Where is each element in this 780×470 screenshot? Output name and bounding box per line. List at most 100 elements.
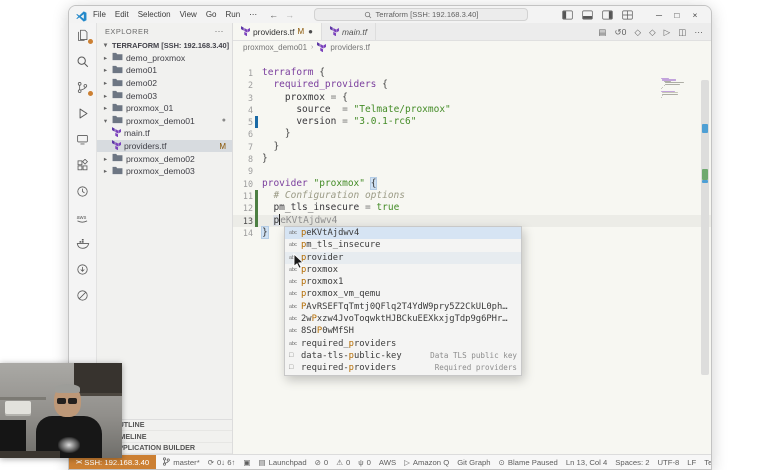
maximize-button[interactable]: □: [668, 10, 686, 20]
prev-change-icon[interactable]: ◇: [634, 27, 641, 38]
tree-item-proxmox_demo02[interactable]: ▸ proxmox_demo02: [97, 152, 232, 165]
tree-item-demo02[interactable]: ▸ demo02: [97, 77, 232, 90]
activitybar-docker-icon[interactable]: [75, 236, 91, 251]
suggest-item-provider[interactable]: abc provider: [285, 251, 521, 264]
breadcrumb-item[interactable]: proxmox_demo01: [243, 43, 307, 52]
status-spaces-2[interactable]: Spaces: 2: [611, 455, 653, 469]
tree-item-label: proxmox_01: [126, 103, 174, 114]
close-button[interactable]: ×: [686, 10, 704, 20]
status-lf[interactable]: LF: [683, 455, 700, 469]
activitybar-blocked-circle-icon[interactable]: [75, 288, 91, 303]
status-launchpad[interactable]: ▤ Launchpad: [254, 455, 310, 469]
editor-scrollbar[interactable]: [701, 80, 709, 375]
suggest-item-proxmox[interactable]: abc proxmox: [285, 264, 521, 276]
suggest-item-pm_tls_insecure[interactable]: abc pm_tls_insecure: [285, 239, 521, 251]
suggest-item-peKVtAjdwv4[interactable]: abc peKVtAjdwv4: [285, 227, 521, 240]
code-line-3[interactable]: 3 proxmox = {: [233, 92, 711, 104]
status-amazon-q[interactable]: ▷ Amazon Q: [400, 455, 453, 469]
toggle-secondary-sidebar-icon[interactable]: [602, 10, 613, 20]
split-editor-icon[interactable]: ◫: [678, 27, 686, 38]
open-changes-icon[interactable]: ▤: [598, 27, 606, 38]
activitybar-run-debug-icon[interactable]: [75, 106, 91, 121]
status-0-6-[interactable]: ⟳ 0↓ 6↑: [204, 455, 240, 469]
suggest-item-proxmox_vm_qemu[interactable]: abc proxmox_vm_qemu: [285, 288, 521, 300]
command-center-search[interactable]: Terraform [SSH: 192.168.3.40]: [314, 8, 528, 21]
status-ln-13-col-4[interactable]: Ln 13, Col 4: [562, 455, 611, 469]
toggle-sidebar-icon[interactable]: [562, 10, 573, 20]
svg-text:aws: aws: [77, 214, 87, 220]
more-actions-icon[interactable]: ⋯: [694, 27, 703, 38]
code-line-2[interactable]: 2 required_providers {: [233, 79, 711, 91]
menu-selection[interactable]: Selection: [138, 10, 171, 19]
code-line-10[interactable]: 10 provider "proxmox" {: [233, 177, 711, 190]
activitybar-search-icon[interactable]: [75, 54, 91, 69]
status-utf-8[interactable]: UTF-8: [654, 455, 684, 469]
menu-view[interactable]: View: [180, 10, 197, 19]
back-arrow-icon[interactable]: ←: [269, 10, 278, 20]
undo-count-icon[interactable]: ↺0: [614, 27, 626, 38]
token: version: [296, 116, 337, 128]
status-0[interactable]: ⊘ 0: [311, 455, 333, 469]
suggest-item-2wPxzw4JvoToqwktHJBC[interactable]: abc 2wPxzw4JvoToqwktHJBCkuEEXkxjgTdp9g6PH…: [285, 313, 521, 325]
menu-file[interactable]: File: [93, 10, 106, 19]
run-file-icon[interactable]: ▷: [664, 27, 671, 38]
activitybar-source-control-icon[interactable]: [75, 80, 94, 97]
status-blame-paused[interactable]: ⊙ Blame Paused: [495, 455, 562, 469]
tree-item-demo03[interactable]: ▸ demo03: [97, 89, 232, 102]
explorer-more-actions-icon[interactable]: ⋯: [215, 26, 225, 37]
tab-providers.tf[interactable]: providers.tf M ●: [233, 23, 322, 40]
suggest-item-proxmox1[interactable]: abc proxmox1: [285, 276, 521, 288]
menu-more-icon[interactable]: ⋯: [249, 10, 257, 19]
status-box[interactable]: ▣: [239, 455, 254, 469]
next-change-icon[interactable]: ◇: [649, 27, 656, 38]
activitybar-circle-arrow-icon[interactable]: [75, 262, 91, 277]
code-line-9[interactable]: 9: [233, 165, 711, 177]
activitybar-clock-icon[interactable]: [75, 184, 91, 199]
status-0[interactable]: ψ0: [354, 455, 375, 469]
status-aws[interactable]: AWS: [375, 455, 400, 469]
minimize-button[interactable]: ─: [650, 10, 668, 20]
minimap[interactable]: [661, 78, 695, 98]
activitybar-remote-explorer-icon[interactable]: [75, 132, 91, 147]
dirty-indicator-icon[interactable]: ●: [308, 27, 313, 36]
status-terraform[interactable]: Terraform: [700, 455, 711, 469]
activitybar-aws-icon[interactable]: aws: [75, 210, 91, 225]
status-git-graph[interactable]: Git Graph: [453, 455, 494, 469]
toggle-panel-icon[interactable]: [582, 10, 593, 20]
menu-edit[interactable]: Edit: [115, 10, 129, 19]
code-line-7[interactable]: 7 }: [233, 141, 711, 153]
activitybar-extensions-icon[interactable]: [75, 158, 91, 173]
code-line-4[interactable]: 4 source = "Telmate/proxmox": [233, 104, 711, 116]
suggest-item-data-tls-public-key[interactable]: □ data-tls-public-key Data TLS public key: [285, 350, 521, 362]
suggest-prefix: data-tls-: [301, 350, 349, 361]
tab-main.tf[interactable]: main.tf: [322, 23, 377, 40]
code-line-13[interactable]: 13 peKVtAjdwv4: [233, 214, 711, 227]
tree-item-proxmox_demo01[interactable]: ▾ proxmox_demo01 ●: [97, 115, 232, 128]
menu-run[interactable]: Run: [225, 10, 240, 19]
tree-item-proxmox_01[interactable]: ▸ proxmox_01: [97, 102, 232, 115]
tree-item-demo01[interactable]: ▸ demo01: [97, 64, 232, 77]
code-line-8[interactable]: 8}: [233, 153, 711, 165]
suggest-item-required_providers[interactable]: abc required_providers: [285, 338, 521, 350]
code-line-11[interactable]: 11 # Configuration options: [233, 189, 711, 203]
tree-item-providers.tf[interactable]: providers.tf M: [97, 139, 232, 153]
menu-go[interactable]: Go: [206, 10, 217, 19]
suggest-item-required-providers[interactable]: □ required-providers Required providers: [285, 362, 521, 374]
activitybar-explorer-icon[interactable]: [75, 28, 94, 45]
suggest-item-PAvRSEFTqTmtj0QFlq2T[interactable]: abc PAvRSEFTqTmtj0QFlq2T4YdW9pry5Z2CkUL0p…: [285, 301, 521, 313]
tree-root-folder[interactable]: ▾ TERRAFORM [SSH: 192.168.3.40]: [97, 39, 232, 52]
code-line-12[interactable]: 12 pm_tls_insecure = true: [233, 202, 711, 215]
tree-item-main.tf[interactable]: main.tf: [97, 127, 232, 140]
code-line-6[interactable]: 6 }: [233, 128, 711, 140]
remote-icon: ><: [76, 458, 82, 466]
forward-arrow-icon[interactable]: →: [285, 10, 294, 20]
suggest-item-8SdP0wMfSH[interactable]: abc 8SdP0wMfSH: [285, 325, 521, 337]
tree-item-proxmox_demo03[interactable]: ▸ proxmox_demo03: [97, 165, 232, 178]
breadcrumb-item[interactable]: providers.tf: [330, 43, 370, 52]
status-0[interactable]: ⚠ 0: [332, 455, 354, 469]
customize-layout-icon[interactable]: [622, 10, 633, 20]
code-line-1[interactable]: 1 terraform {: [233, 67, 711, 79]
tree-item-demo_proxmox[interactable]: ▸ demo_proxmox: [97, 52, 232, 65]
status-master-[interactable]: master*: [158, 455, 204, 469]
code-line-5[interactable]: 5 version = "3.0.1-rc6": [233, 116, 711, 129]
